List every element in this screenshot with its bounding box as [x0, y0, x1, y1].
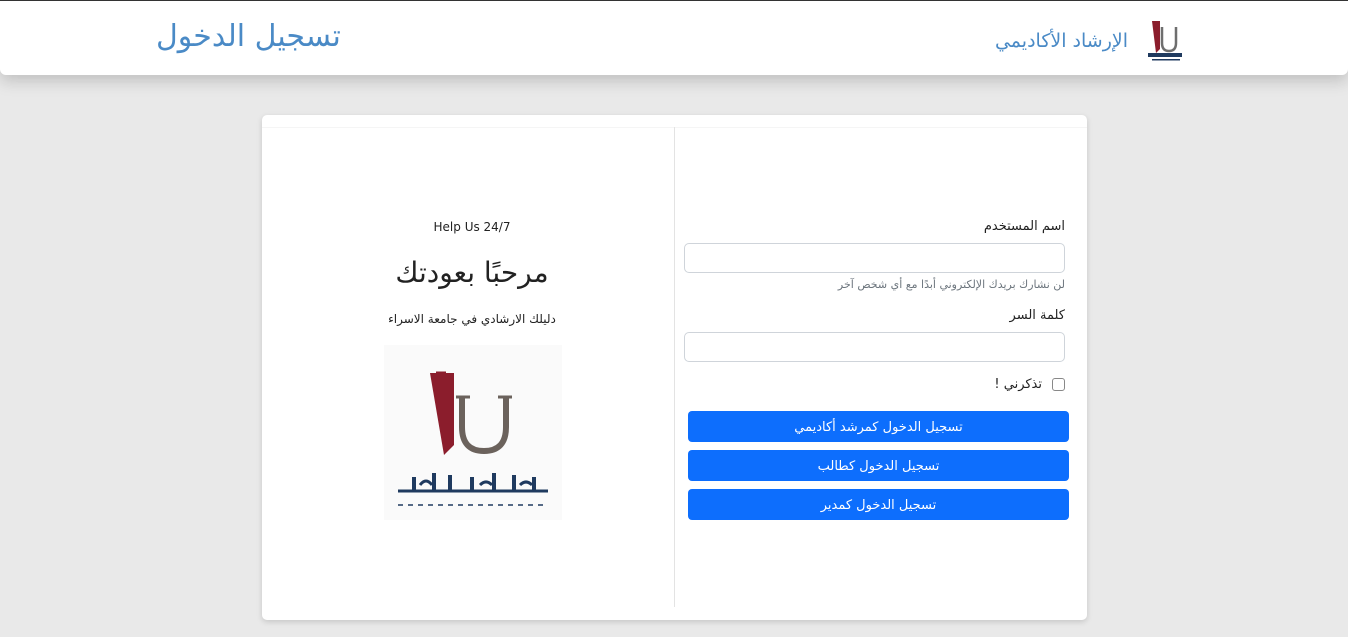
- column-divider: [674, 127, 675, 607]
- page-title: تسجيل الدخول: [156, 19, 341, 54]
- top-navbar: الإرشاد الأكاديمي تسجيل الدخول: [0, 0, 1348, 75]
- login-as-advisor-button[interactable]: تسجيل الدخول كمرشد أكاديمي: [688, 411, 1069, 442]
- guide-subtitle: دليلك الارشادي في جامعة الاسراء: [388, 312, 556, 326]
- remember-checkbox[interactable]: [1052, 378, 1065, 391]
- isra-university-logo-icon: [1148, 21, 1182, 61]
- username-input[interactable]: [684, 243, 1065, 273]
- university-logo: [384, 345, 562, 520]
- welcome-heading: مرحبًا بعودتك: [395, 256, 549, 289]
- isra-university-logo-icon: [394, 371, 552, 506]
- brand[interactable]: الإرشاد الأكاديمي: [995, 19, 1188, 63]
- password-label: كلمة السر: [1009, 308, 1065, 323]
- login-as-student-button[interactable]: تسجيل الدخول كطالب: [688, 450, 1069, 481]
- brand-title: الإرشاد الأكاديمي: [994, 30, 1128, 52]
- password-input[interactable]: [684, 332, 1065, 362]
- username-help-text: لن نشارك بريدك الإلكتروني أبدًا مع أي شخ…: [837, 278, 1065, 291]
- help-text: Help Us 24/7: [433, 220, 511, 234]
- remember-label: تذكرني !: [994, 377, 1042, 392]
- login-card: Help Us 24/7 مرحبًا بعودتك دليلك الارشاد…: [262, 115, 1087, 620]
- username-label: اسم المستخدم: [983, 219, 1065, 234]
- remember-me[interactable]: تذكرني !: [994, 377, 1065, 392]
- login-as-admin-button[interactable]: تسجيل الدخول كمدير: [688, 489, 1069, 520]
